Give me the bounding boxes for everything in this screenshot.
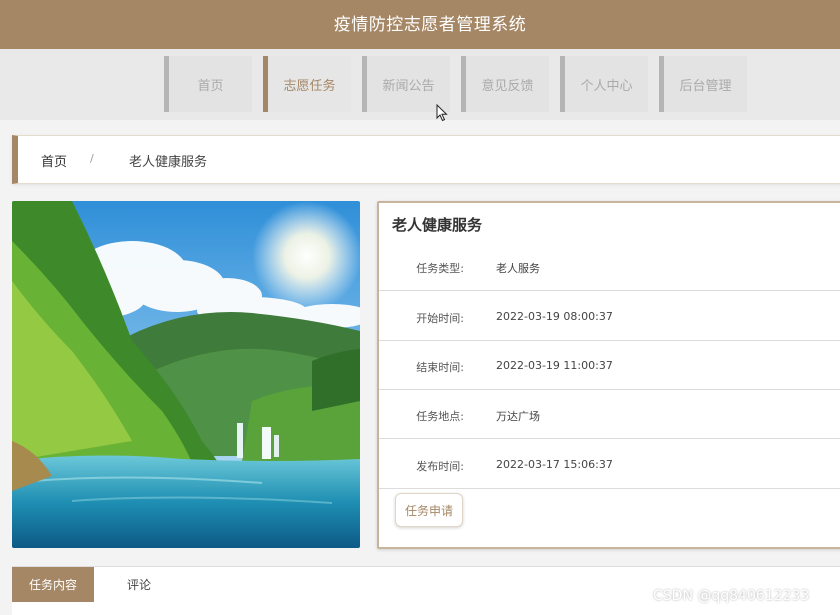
task-title: 老人健康服务 [392, 216, 483, 234]
field-row-publish-time: 发布时间: 2022-03-17 15:06:37 [379, 439, 840, 489]
nav-item-admin[interactable]: 后台管理 [659, 56, 747, 112]
task-detail-card: 老人健康服务 任务类型: 老人服务 开始时间: 2022-03-19 08:00… [377, 201, 840, 549]
task-image [12, 201, 360, 548]
app-title: 疫情防控志愿者管理系统 [333, 15, 527, 35]
field-label: 任务地点: [416, 410, 464, 423]
nav-item-volunteer-tasks[interactable]: 志愿任务 [263, 56, 351, 112]
breadcrumb-current: 老人健康服务 [129, 155, 208, 170]
nav-item-profile[interactable]: 个人中心 [560, 56, 648, 112]
content-preview-text [20, 607, 140, 615]
nav-item-home[interactable]: 首页 [164, 56, 252, 112]
field-value: 2022-03-19 11:00:37 [496, 359, 613, 372]
field-value: 老人服务 [496, 262, 540, 275]
field-label: 结束时间: [416, 361, 464, 374]
apply-task-button[interactable]: 任务申请 [395, 493, 463, 527]
field-value: 2022-03-19 08:00:37 [496, 310, 613, 323]
tab-comments[interactable]: 评论 [104, 567, 174, 602]
mouse-cursor-icon [436, 104, 448, 122]
watermark: CSDN @qq840612233 [653, 588, 810, 604]
app-header: 疫情防控志愿者管理系统 [0, 0, 840, 49]
nav-item-feedback[interactable]: 意见反馈 [461, 56, 549, 112]
nav-list: 首页 志愿任务 新闻公告 意见反馈 个人中心 后台管理 [164, 56, 758, 112]
field-row-task-type: 任务类型: 老人服务 [379, 241, 840, 291]
tab-task-content[interactable]: 任务内容 [12, 567, 94, 602]
field-label: 开始时间: [416, 312, 464, 325]
field-row-end-time: 结束时间: 2022-03-19 11:00:37 [379, 340, 840, 390]
field-label: 任务类型: [416, 262, 464, 275]
field-row-location: 任务地点: 万达广场 [379, 389, 840, 439]
field-label: 发布时间: [416, 460, 464, 473]
breadcrumb-home-link[interactable]: 首页 [41, 151, 67, 170]
breadcrumb-separator: / [90, 152, 94, 165]
breadcrumb: 首页 / 老人健康服务 [12, 135, 840, 184]
field-value: 万达广场 [496, 410, 540, 423]
main-nav: 首页 志愿任务 新闻公告 意见反馈 个人中心 后台管理 [0, 49, 840, 120]
field-row-start-time: 开始时间: 2022-03-19 08:00:37 [379, 291, 840, 341]
field-value: 2022-03-17 15:06:37 [496, 458, 613, 471]
